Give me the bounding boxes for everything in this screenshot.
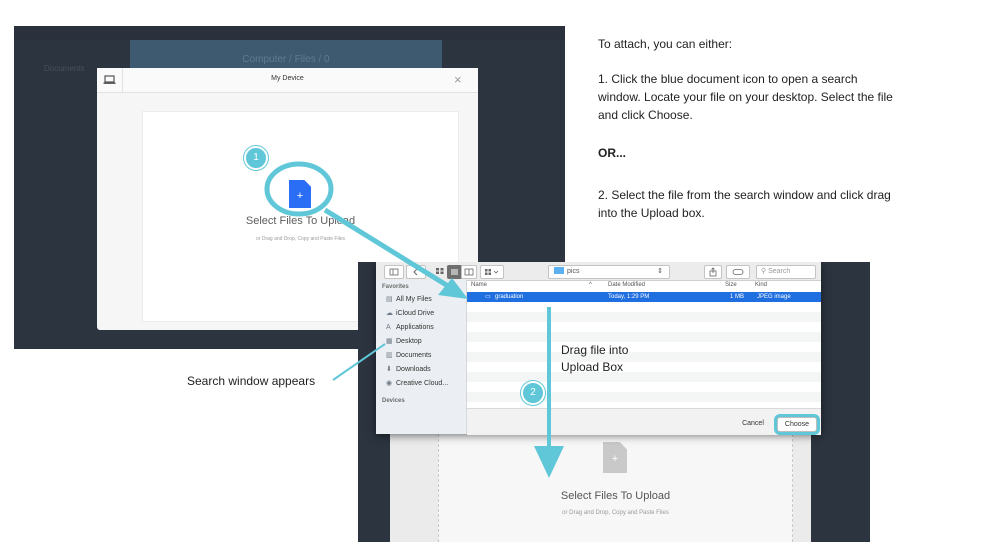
- arrow-line-1: [323, 207, 450, 289]
- callout-1: 1: [244, 146, 268, 170]
- callout-2: 2: [521, 381, 545, 405]
- annotation-overlay: [264, 161, 564, 478]
- arrowhead-2: [534, 446, 564, 478]
- search-window-label: Search window appears: [187, 374, 316, 388]
- pointer-line: [332, 343, 386, 381]
- drag-label-line2: Upload Box: [561, 360, 624, 374]
- highlight-circle: [264, 161, 334, 217]
- drag-label-line1: Drag file into: [561, 343, 629, 357]
